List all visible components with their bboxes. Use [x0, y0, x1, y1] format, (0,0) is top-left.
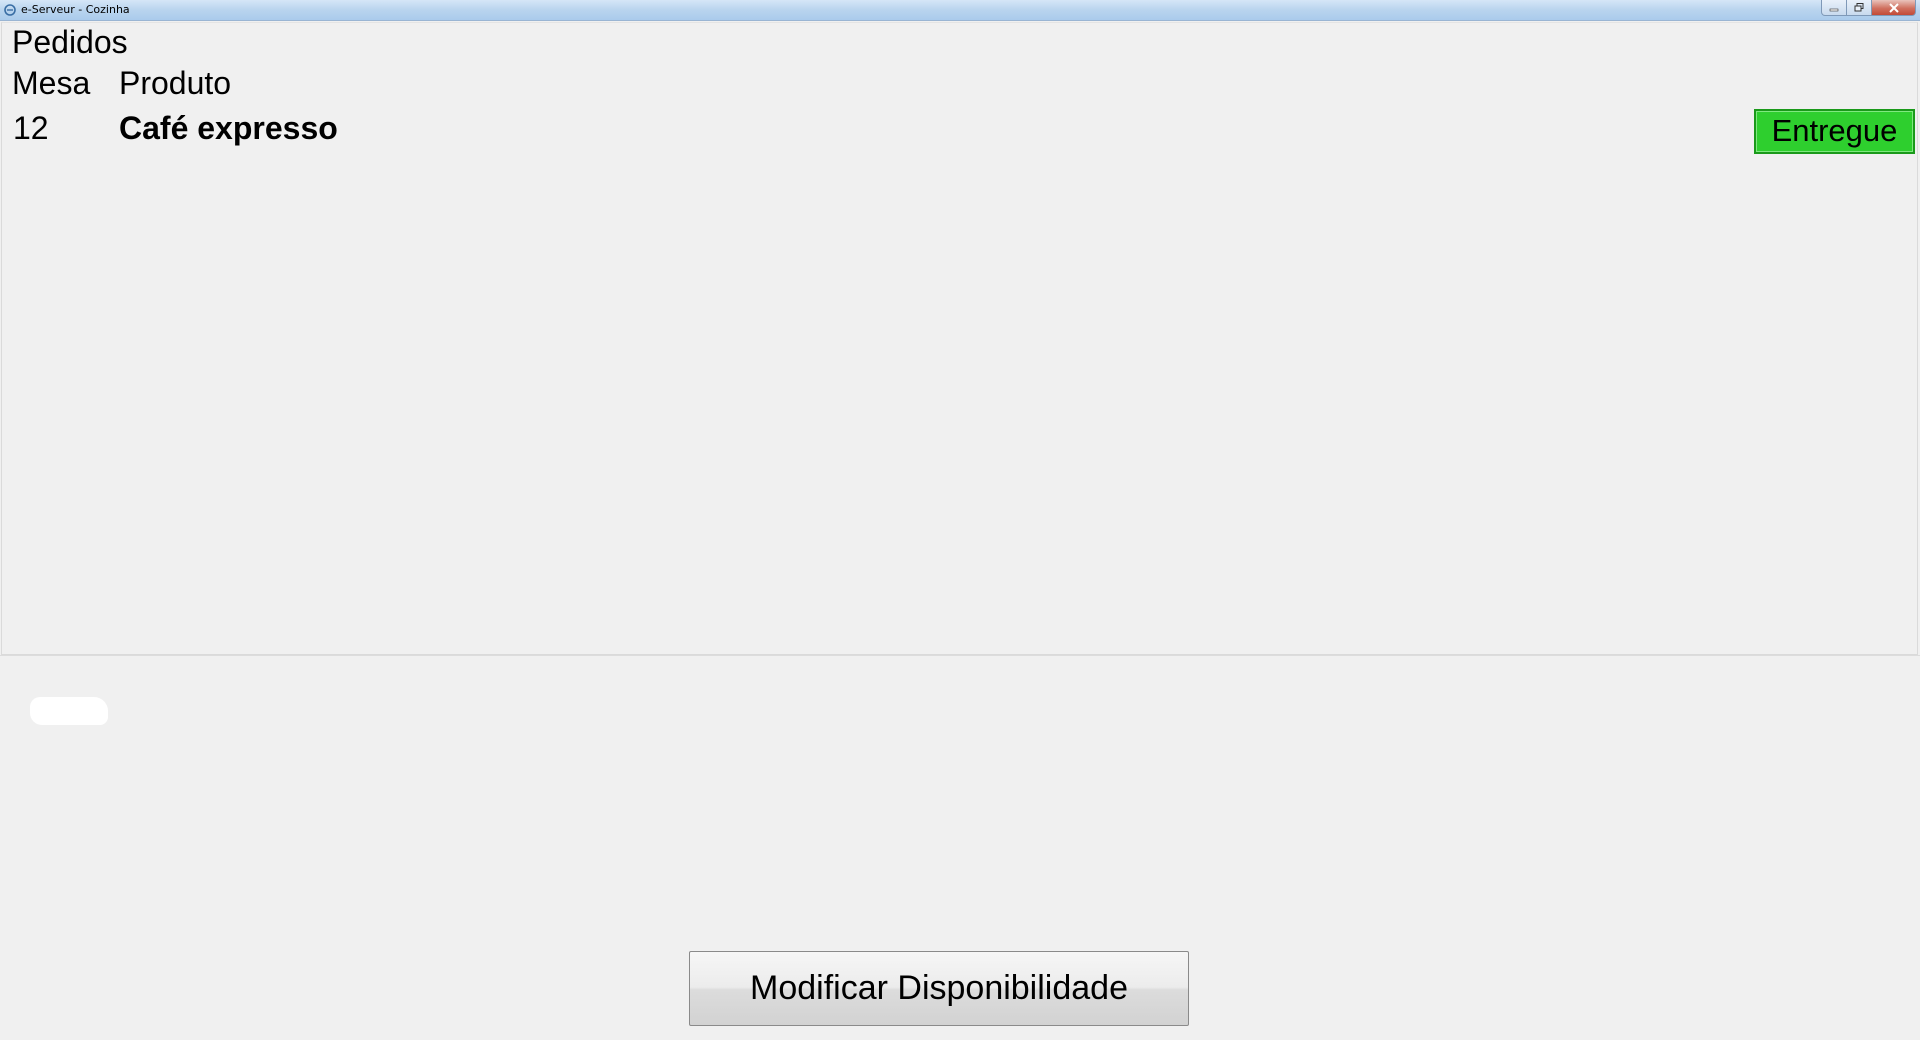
maximize-button[interactable]: [1847, 0, 1872, 16]
title-bar[interactable]: e-Serveur - Cozinha: [0, 0, 1920, 21]
window-controls: [1821, 0, 1916, 17]
entregue-button[interactable]: Entregue: [1754, 109, 1915, 154]
maximize-icon: [1854, 3, 1864, 12]
order-row-mesa: 12: [13, 110, 49, 146]
redacted-label: [30, 697, 108, 725]
column-header-produto: Produto: [119, 65, 232, 101]
orders-title: Pedidos: [12, 24, 128, 60]
app-e-icon: [4, 4, 16, 16]
close-button[interactable]: [1872, 0, 1916, 16]
column-header-mesa: Mesa: [12, 65, 91, 101]
app-window: e-Serveur - Cozinha Pedidos Mesa Produto…: [0, 0, 1920, 1040]
minimize-button[interactable]: [1821, 0, 1847, 16]
panel-divider: [0, 655, 1920, 656]
minimize-icon: [1829, 8, 1839, 11]
window-title: e-Serveur - Cozinha: [21, 3, 130, 16]
modify-availability-button[interactable]: Modificar Disponibilidade: [689, 951, 1189, 1026]
order-row-produto: Café expresso: [119, 110, 338, 146]
close-icon: [1888, 2, 1899, 13]
